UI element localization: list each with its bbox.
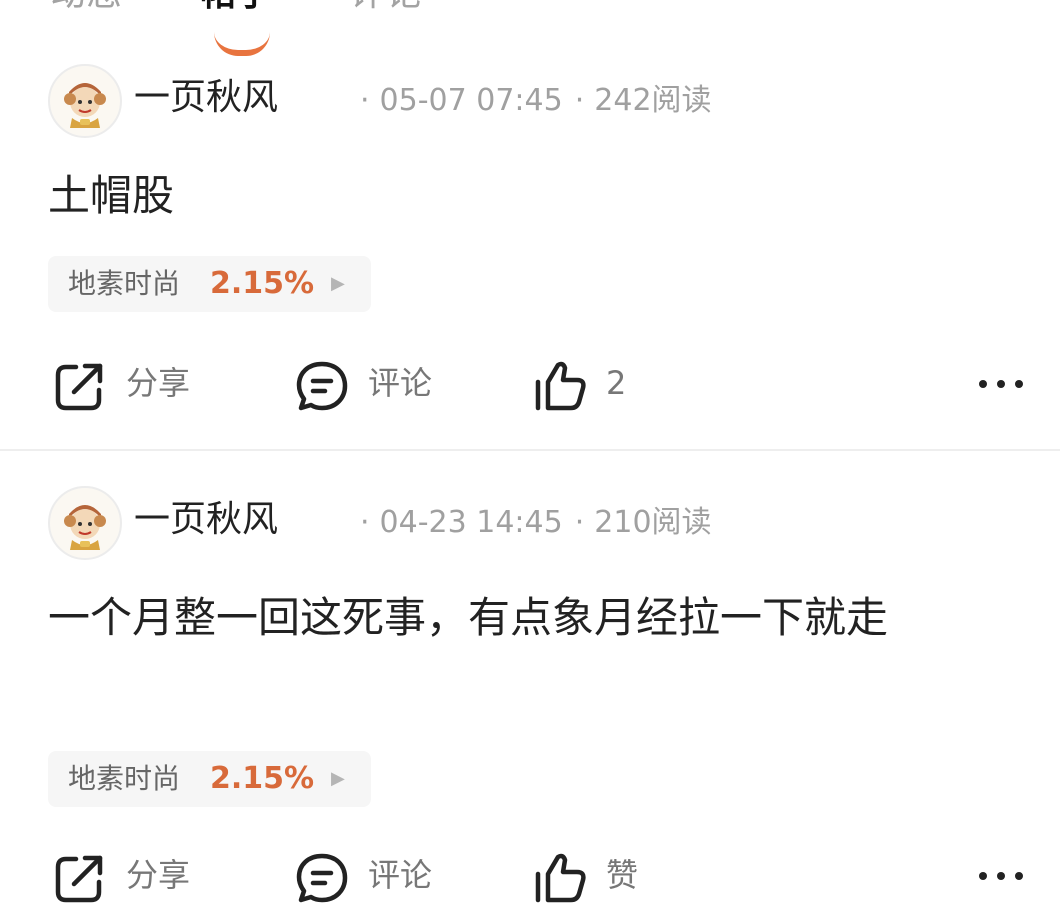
post-meta: · 05-07 07:45 · 242阅读 (360, 81, 712, 121)
more-button[interactable] (976, 866, 1026, 886)
post-content[interactable]: 土帽股 (48, 164, 1028, 228)
play-arrow-icon: ▶ (331, 273, 345, 294)
author-name[interactable]: 一页秋风 (134, 498, 278, 542)
comment-icon (296, 853, 348, 903)
post-content[interactable]: 一个月整一回这死事，有点象月经拉一下就走 (48, 586, 1028, 650)
tab-dynamics[interactable]: 动态 (50, 0, 122, 16)
avatar-cartoon-icon (64, 505, 106, 550)
comment-button[interactable]: 评论 (294, 354, 474, 414)
share-icon (55, 363, 103, 411)
comment-label: 评论 (368, 856, 433, 894)
comment-button[interactable]: 评论 (294, 846, 474, 906)
meta-separator: · (360, 505, 370, 540)
read-count: 210阅读 (594, 505, 712, 540)
stock-tag[interactable]: 地素时尚 2.15% ▶ (48, 751, 371, 807)
tab-posts[interactable]: 帖子 (200, 0, 272, 16)
post-divider (0, 449, 1060, 451)
stock-name: 地素时尚 (68, 762, 181, 795)
share-button[interactable]: 分享 (52, 354, 232, 414)
post-meta: · 04-23 14:45 · 210阅读 (360, 503, 712, 543)
more-icon (979, 872, 1023, 880)
meta-separator: · (360, 83, 370, 118)
read-count: 242阅读 (594, 83, 712, 118)
stock-tag[interactable]: 地素时尚 2.15% ▶ (48, 256, 371, 312)
play-arrow-icon: ▶ (331, 768, 345, 789)
thumbs-up-icon (535, 361, 586, 411)
like-label: 赞 (606, 856, 639, 894)
avatar-cartoon-icon (64, 83, 106, 128)
like-count: 2 (606, 364, 627, 402)
author-name[interactable]: 一页秋风 (134, 76, 278, 120)
like-button[interactable]: 2 (532, 354, 672, 414)
like-button[interactable]: 赞 (532, 846, 672, 906)
share-label: 分享 (126, 364, 191, 402)
active-tab-indicator (214, 32, 270, 56)
more-button[interactable] (976, 374, 1026, 394)
avatar[interactable] (48, 486, 122, 560)
stock-change: 2.15% (210, 266, 315, 301)
post-header: 一页秋风 · 05-07 07:45 · 242阅读 (48, 64, 1028, 138)
thumbs-up-icon (535, 853, 586, 903)
post-date: 04-23 14:45 (379, 505, 563, 540)
post-header: 一页秋风 · 04-23 14:45 · 210阅读 (48, 486, 1028, 560)
meta-separator: · (574, 505, 585, 540)
share-icon (55, 855, 103, 903)
share-button[interactable]: 分享 (52, 846, 232, 906)
stock-change: 2.15% (210, 761, 315, 796)
post-item: 一页秋风 · 05-07 07:45 · 242阅读 土帽股 地素时尚 2.15% ▶… (0, 64, 1060, 450)
tab-comments[interactable]: 评论 (350, 0, 422, 16)
tab-bar: 动态 帖子 评论 (0, 0, 1060, 56)
meta-separator: · (574, 83, 585, 118)
comment-icon (296, 361, 348, 411)
post-item: 一页秋风 · 04-23 14:45 · 210阅读 一个月整一回这死事，有点象月经拉… (0, 486, 1060, 915)
post-date: 05-07 07:45 (379, 83, 563, 118)
share-label: 分享 (126, 856, 191, 894)
avatar[interactable] (48, 64, 122, 138)
action-bar: 分享 评论 2 (0, 354, 1060, 414)
comment-label: 评论 (368, 364, 433, 402)
action-bar: 分享 评论 赞 (0, 846, 1060, 906)
stock-name: 地素时尚 (68, 267, 181, 300)
more-icon (979, 380, 1023, 388)
